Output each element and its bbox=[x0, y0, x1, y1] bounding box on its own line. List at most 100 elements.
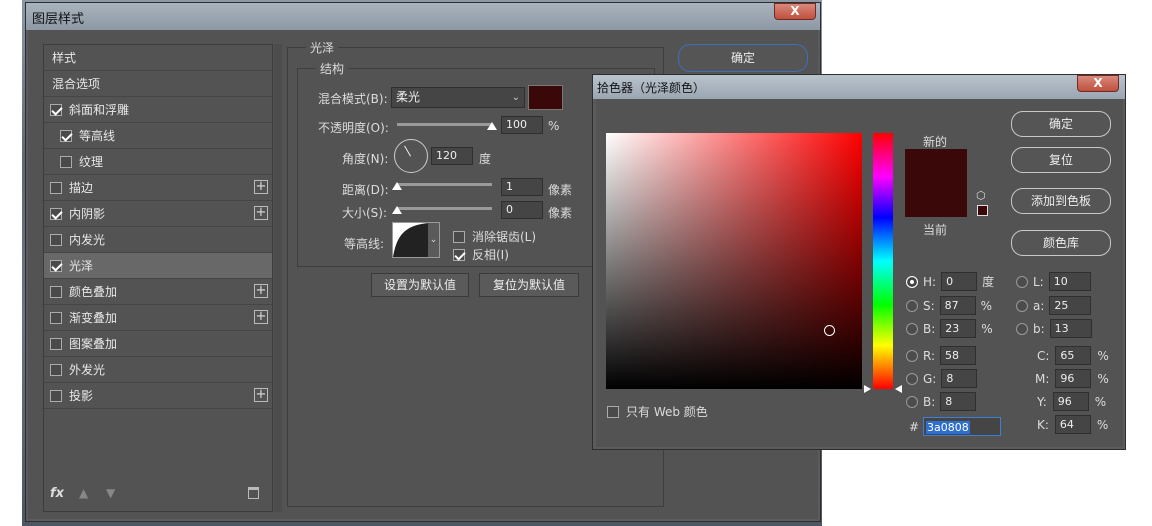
lab-b-input[interactable]: 13 bbox=[1049, 319, 1092, 338]
style-item[interactable]: 光泽 bbox=[44, 253, 272, 279]
antialias-checkbox-row[interactable]: 消除锯齿(L) bbox=[453, 228, 536, 245]
size-slider[interactable] bbox=[397, 207, 492, 210]
blue-radio[interactable] bbox=[906, 395, 918, 408]
size-slider-thumb[interactable] bbox=[392, 206, 402, 214]
opacity-slider-thumb[interactable] bbox=[487, 122, 497, 130]
add-to-swatches-button[interactable]: 添加到色板 bbox=[1011, 188, 1111, 214]
style-item-checkbox[interactable] bbox=[50, 259, 62, 272]
magenta-input[interactable]: 96 bbox=[1055, 369, 1092, 388]
opacity-slider[interactable] bbox=[397, 123, 492, 126]
color-field[interactable] bbox=[606, 133, 862, 389]
style-item-checkbox[interactable] bbox=[50, 207, 62, 220]
color-libraries-button[interactable]: 颜色库 bbox=[1011, 230, 1111, 256]
style-item[interactable]: 描边 + bbox=[44, 175, 272, 201]
antialias-checkbox[interactable] bbox=[453, 230, 465, 243]
add-style-plus-icon[interactable]: + bbox=[254, 310, 268, 324]
reset-button[interactable]: 复位 bbox=[1011, 147, 1111, 173]
lab-l-input[interactable]: 10 bbox=[1048, 272, 1091, 291]
distance-input[interactable]: 1 bbox=[501, 178, 543, 196]
hue-slider[interactable] bbox=[873, 133, 893, 389]
hue-radio[interactable] bbox=[906, 275, 918, 288]
invert-checkbox-row[interactable]: 反相(I) bbox=[453, 246, 509, 263]
add-style-plus-icon[interactable]: + bbox=[254, 180, 268, 194]
style-item-checkbox[interactable] bbox=[50, 311, 62, 324]
distance-slider-thumb[interactable] bbox=[392, 182, 402, 190]
add-style-plus-icon[interactable]: + bbox=[254, 284, 268, 298]
color-picker-titlebar[interactable]: 拾色器（光泽颜色） X bbox=[593, 75, 1125, 99]
ok-button[interactable]: 确定 bbox=[1011, 111, 1111, 137]
hue-slider-right-arrow[interactable] bbox=[895, 385, 902, 393]
web-safe-color-swatch[interactable] bbox=[977, 205, 988, 216]
style-item[interactable]: 等高线 bbox=[44, 123, 272, 149]
trash-icon[interactable] bbox=[248, 487, 259, 499]
move-down-icon[interactable]: ▼ bbox=[106, 486, 115, 500]
saturation-radio[interactable] bbox=[906, 299, 918, 312]
lab-a-input[interactable]: 25 bbox=[1049, 296, 1092, 315]
style-item[interactable]: 斜面和浮雕 bbox=[44, 97, 272, 123]
close-icon[interactable]: X bbox=[1077, 75, 1119, 92]
hue-slider-left-arrow[interactable] bbox=[864, 385, 871, 393]
style-item[interactable]: 颜色叠加 + bbox=[44, 279, 272, 305]
brightness-radio[interactable] bbox=[906, 322, 918, 335]
web-only-row[interactable]: 只有 Web 颜色 bbox=[607, 403, 708, 420]
hex-input[interactable]: 3a0808 bbox=[923, 417, 1001, 436]
style-item[interactable]: 内阴影 + bbox=[44, 201, 272, 227]
ok-button[interactable]: 确定 bbox=[678, 44, 808, 72]
reset-default-button[interactable]: 复位为默认值 bbox=[479, 273, 579, 297]
style-item-checkbox[interactable] bbox=[50, 233, 62, 246]
lab-a-radio[interactable] bbox=[1016, 299, 1028, 312]
fx-icon[interactable]: fx bbox=[50, 486, 64, 501]
angle-dial[interactable] bbox=[394, 139, 428, 173]
color-field-cursor[interactable] bbox=[824, 325, 835, 336]
style-item-checkbox[interactable] bbox=[50, 337, 62, 350]
style-item-checkbox[interactable] bbox=[60, 155, 72, 168]
style-item-checkbox[interactable] bbox=[50, 285, 62, 298]
brightness-input[interactable]: 23 bbox=[940, 319, 977, 338]
distance-slider[interactable] bbox=[397, 183, 492, 186]
add-style-plus-icon[interactable]: + bbox=[254, 206, 268, 220]
web-only-checkbox[interactable] bbox=[607, 405, 619, 418]
angle-input[interactable]: 120 bbox=[431, 147, 473, 165]
style-item[interactable]: 内发光 bbox=[44, 227, 272, 253]
style-item-checkbox[interactable] bbox=[60, 129, 72, 142]
size-input[interactable]: 0 bbox=[501, 201, 543, 219]
yellow-input[interactable]: 96 bbox=[1052, 392, 1089, 411]
red-input[interactable]: 58 bbox=[940, 346, 977, 365]
style-item[interactable]: 渐变叠加 + bbox=[44, 305, 272, 331]
style-item[interactable]: 纹理 bbox=[44, 149, 272, 175]
lab-l-radio[interactable] bbox=[1016, 275, 1028, 288]
out-of-gamut-cube-icon[interactable]: ⬡ bbox=[976, 189, 986, 202]
lab-b-row: b: 13 bbox=[1016, 319, 1092, 338]
add-style-plus-icon[interactable]: + bbox=[254, 388, 268, 402]
style-item[interactable]: 投影 + bbox=[44, 383, 272, 409]
satin-color-swatch[interactable] bbox=[528, 85, 563, 110]
blend-mode-select[interactable]: 柔光 ⌄ bbox=[391, 87, 525, 108]
contour-picker[interactable]: ⌄ bbox=[392, 222, 440, 258]
cyan-input[interactable]: 65 bbox=[1055, 346, 1092, 365]
style-item-checkbox[interactable] bbox=[50, 363, 62, 376]
move-up-icon[interactable]: ▲ bbox=[79, 486, 88, 500]
current-color-swatch[interactable] bbox=[905, 183, 967, 217]
invert-checkbox[interactable] bbox=[453, 248, 465, 261]
style-item-checkbox[interactable] bbox=[50, 181, 62, 194]
styles-list-scrollbar[interactable] bbox=[274, 44, 282, 512]
close-icon[interactable]: X bbox=[774, 3, 816, 20]
chevron-down-icon[interactable]: ⌄ bbox=[428, 223, 439, 257]
style-item[interactable]: 图案叠加 bbox=[44, 331, 272, 357]
green-radio[interactable] bbox=[906, 372, 918, 385]
saturation-input[interactable]: 87 bbox=[939, 296, 976, 315]
style-item-checkbox[interactable] bbox=[50, 103, 62, 116]
opacity-input[interactable]: 100 bbox=[501, 116, 543, 134]
red-radio[interactable] bbox=[906, 349, 918, 362]
blue-input[interactable]: 8 bbox=[940, 392, 977, 411]
black-input[interactable]: 64 bbox=[1054, 415, 1091, 434]
style-item-checkbox[interactable] bbox=[50, 389, 62, 402]
style-item[interactable]: 样式 bbox=[44, 45, 272, 71]
hue-input[interactable]: 0 bbox=[941, 272, 978, 291]
green-input[interactable]: 8 bbox=[941, 369, 978, 388]
layer-style-titlebar[interactable]: 图层样式 X bbox=[26, 3, 820, 30]
style-item[interactable]: 外发光 bbox=[44, 357, 272, 383]
style-item[interactable]: 混合选项 bbox=[44, 71, 272, 97]
set-default-button[interactable]: 设置为默认值 bbox=[371, 273, 469, 297]
lab-b-radio[interactable] bbox=[1016, 322, 1028, 335]
